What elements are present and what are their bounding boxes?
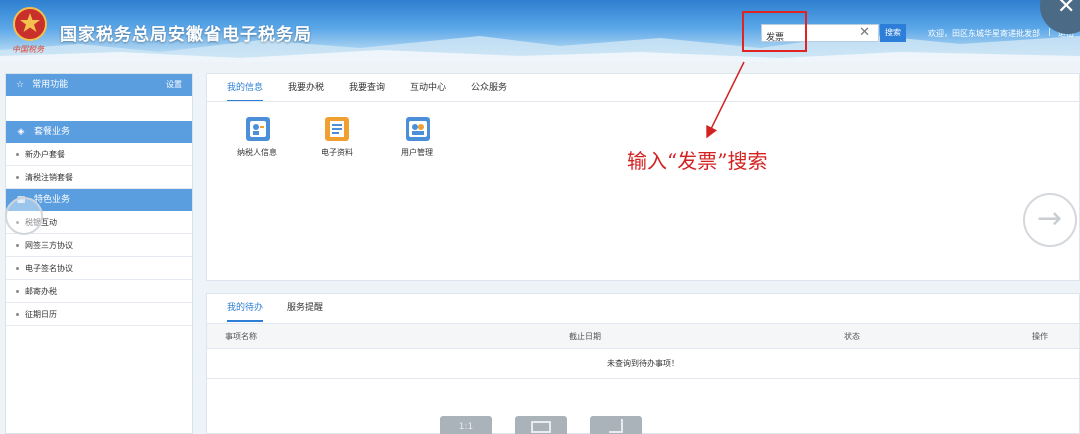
fit-screen-button[interactable] xyxy=(515,416,567,434)
sidebar-item-label: 征期日历 xyxy=(25,310,57,319)
sidebar-item-label: 清税注销套餐 xyxy=(25,173,73,182)
tab-do-tax[interactable]: 我要办税 xyxy=(288,74,324,102)
todo-panel: 我的待办 服务提醒 事项名称 截止日期 状态 操作 未查询到待办事项！ xyxy=(206,293,1080,434)
tax-emblem-icon xyxy=(13,7,47,41)
zoom-actual-size-button[interactable]: 1:1 xyxy=(440,416,492,434)
todo-empty-message: 未查询到待办事项！ xyxy=(207,349,1079,379)
sidebar-item-deregistration-package[interactable]: 清税注销套餐 xyxy=(6,166,192,189)
app-label-e-documents[interactable]: 电子资料 xyxy=(321,147,353,158)
tab-public-service[interactable]: 公众服务 xyxy=(471,74,507,102)
todo-table-header: 事项名称 截止日期 状态 操作 xyxy=(207,323,1079,349)
user-management-icon[interactable] xyxy=(406,117,430,141)
sidebar-item-new-package[interactable]: 新办户套餐 xyxy=(6,143,192,166)
sidebar: ☆ 常用功能 设置 ◈ 套餐业务 新办户套餐 清税注销套餐 ▦ 特色业务 税银互动 网… xyxy=(5,73,193,434)
tab-query[interactable]: 我要查询 xyxy=(349,74,385,102)
sidebar-item-label: 新办户套餐 xyxy=(25,150,65,159)
app-label-user-management[interactable]: 用户管理 xyxy=(401,147,433,158)
annotation-text: 输入“发票”搜索 xyxy=(627,149,768,173)
taxpayer-info-icon[interactable] xyxy=(246,117,270,141)
sidebar-settings-link[interactable]: 设置 xyxy=(166,74,182,96)
main-panel: 我的信息 我要办税 我要查询 互动中心 公众服务 纳税人信息 电子资料 用户管理 xyxy=(206,73,1080,281)
sidebar-section-package[interactable]: ◈ 套餐业务 xyxy=(6,121,192,143)
close-icon[interactable]: ✕ xyxy=(1057,0,1075,19)
tab-my-todo[interactable]: 我的待办 xyxy=(227,294,264,322)
sidebar-item-label: 电子签名协议 xyxy=(25,264,73,273)
app-title: 国家税务总局安徽省电子税务局 xyxy=(60,25,312,45)
sidebar-item-mail-tax[interactable]: 邮寄办税 xyxy=(6,280,192,303)
next-circle-button[interactable]: → xyxy=(1023,193,1077,247)
tab-service-reminder[interactable]: 服务提醒 xyxy=(287,294,323,322)
sidebar-common-header: ☆ 常用功能 设置 xyxy=(6,74,192,96)
e-documents-icon[interactable] xyxy=(325,117,349,141)
crop-icon xyxy=(609,419,623,433)
sidebar-section-label: 套餐业务 xyxy=(34,127,71,137)
sidebar-common-label: 常用功能 xyxy=(32,80,69,90)
tab-my-info[interactable]: 我的信息 xyxy=(227,74,264,102)
col-status: 状态 xyxy=(844,332,860,341)
sidebar-item-label: 邮寄办税 xyxy=(25,287,57,296)
top-header: 中国税务 国家税务总局安徽省电子税务局 xyxy=(0,0,1080,62)
col-deadline: 截止日期 xyxy=(569,332,601,341)
sidebar-item-tax-calendar[interactable]: 征期日历 xyxy=(6,303,192,326)
sidebar-item-label: 网签三方协议 xyxy=(25,241,73,250)
search-highlight-box xyxy=(742,11,807,52)
clear-icon[interactable]: ✕ xyxy=(859,25,870,41)
app-label-taxpayer-info[interactable]: 纳税人信息 xyxy=(237,147,277,158)
arrow-right-icon: → xyxy=(1037,201,1063,236)
fit-screen-icon xyxy=(531,421,551,433)
prev-circle-button[interactable] xyxy=(5,197,43,235)
sidebar-section-label: 特色业务 xyxy=(34,195,71,205)
tabs-divider xyxy=(207,101,1079,102)
crop-button[interactable] xyxy=(590,416,642,434)
col-action: 操作 xyxy=(1032,332,1048,341)
tab-interaction[interactable]: 互动中心 xyxy=(410,74,446,102)
col-item-name: 事项名称 xyxy=(225,332,257,341)
layers-icon: ◈ xyxy=(17,127,25,137)
sidebar-item-tripartite-agreement[interactable]: 网签三方协议 xyxy=(6,234,192,257)
star-icon: ☆ xyxy=(16,80,25,90)
sidebar-item-e-signature[interactable]: 电子签名协议 xyxy=(6,257,192,280)
welcome-text: 欢迎，田区东城华星寄递批发部 xyxy=(928,29,1040,38)
emblem-caption: 中国税务 xyxy=(12,45,44,54)
search-button[interactable]: 搜索 xyxy=(880,24,906,42)
